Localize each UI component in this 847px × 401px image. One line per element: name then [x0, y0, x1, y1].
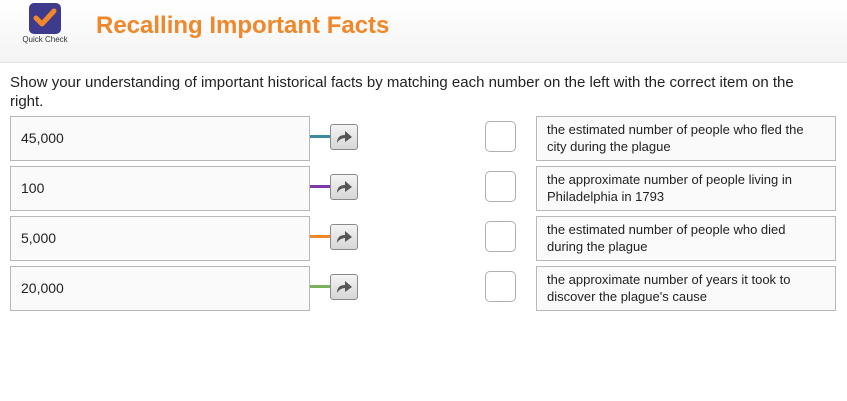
- connector-line: [310, 285, 331, 288]
- right-item-label: the estimated number of people who died …: [547, 222, 786, 254]
- quick-check-logo: [29, 3, 61, 34]
- right-item-label: the approximate number of years it took …: [547, 272, 791, 304]
- match-checkbox[interactable]: [485, 121, 516, 152]
- curved-arrow-right-icon: [337, 131, 352, 143]
- left-item-label: 45,000: [21, 130, 64, 146]
- left-item-box[interactable]: 5,000: [10, 216, 310, 261]
- curved-arrow-right-icon: [337, 281, 352, 293]
- match-checkbox[interactable]: [485, 271, 516, 302]
- header: Quick Check Recalling Important Facts: [0, 0, 847, 63]
- match-arrow-button[interactable]: [330, 124, 358, 150]
- left-item-label: 5,000: [21, 230, 57, 246]
- left-item-box[interactable]: 100: [10, 166, 310, 211]
- left-item-box[interactable]: 45,000: [10, 116, 310, 161]
- connector-line: [310, 185, 331, 188]
- left-item-label: 20,000: [21, 280, 64, 296]
- match-arrow-button[interactable]: [330, 224, 358, 250]
- logo-text: Quick Check: [22, 35, 68, 44]
- page-title: Recalling Important Facts: [96, 12, 390, 39]
- right-item-label: the approximate number of people living …: [547, 172, 792, 204]
- match-checkbox[interactable]: [485, 221, 516, 252]
- right-item-box[interactable]: the approximate number of years it took …: [536, 266, 836, 311]
- match-arrow-button[interactable]: [330, 274, 358, 300]
- right-item-box[interactable]: the estimated number of people who fled …: [536, 116, 836, 161]
- right-item-box[interactable]: the estimated number of people who died …: [536, 216, 836, 261]
- connector-line: [310, 135, 331, 138]
- curved-arrow-right-icon: [337, 181, 352, 193]
- match-checkbox[interactable]: [485, 171, 516, 202]
- connector-line: [310, 235, 331, 238]
- match-arrow-button[interactable]: [330, 174, 358, 200]
- checkmark-icon: [33, 8, 57, 27]
- curved-arrow-right-icon: [337, 231, 352, 243]
- left-item-box[interactable]: 20,000: [10, 266, 310, 311]
- left-item-label: 100: [21, 180, 45, 196]
- instructions: Show your understanding of important his…: [10, 74, 794, 110]
- right-item-label: the estimated number of people who fled …: [547, 122, 804, 154]
- right-item-box[interactable]: the approximate number of people living …: [536, 166, 836, 211]
